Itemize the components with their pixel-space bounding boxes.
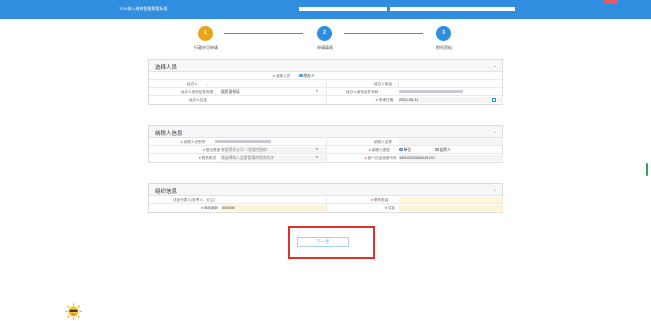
agent-name-row: 经办人 、 经办人电话 xyxy=(149,80,502,88)
step-3-circle: 3 xyxy=(436,26,451,41)
step-1-label: 行政许可申请 xyxy=(194,45,218,50)
role-row: ♦ 选择人员 经办人 xyxy=(149,72,502,80)
taxpayer-type-radio-unit[interactable]: 单位 xyxy=(399,147,411,153)
id-type-select[interactable]: 居民身份证 xyxy=(221,90,240,95)
section-title: 组织信息 xyxy=(155,189,178,195)
credit-code-label: 统一社会信用代码 xyxy=(367,156,397,160)
step-2-label: 申请填表 xyxy=(317,45,333,50)
legal-rep-row: 法定代表人(负责人、业主) ♦ 联系电话 xyxy=(149,196,503,204)
chevron-down-icon[interactable]: ⌄ xyxy=(493,187,497,193)
redacted-bar xyxy=(390,7,515,11)
agent-phone-label: 经办人电话 xyxy=(374,82,392,86)
agent-name-label: 经办人 xyxy=(187,82,198,86)
address-date-row: 经办人住址 ♦ 申请日期 2020-05-11 xyxy=(149,96,503,104)
authority-label: 税务机关 xyxy=(201,156,217,160)
credit-code-field[interactable]: 15002202005110170 xyxy=(399,156,435,160)
id-number-field[interactable] xyxy=(399,90,463,93)
section-header[interactable]: 组织信息 ⌄ xyxy=(149,184,502,196)
taxpayer-id-row: ♦ 纳税人识别号 纳税人名称 xyxy=(149,138,503,146)
side-scroll-handle[interactable] xyxy=(646,163,648,176)
app-title: TGH纳入政府智能税管标准 xyxy=(119,6,168,11)
id-type-row: 经办人身份证件种类 居民身份证 ▾ 经办人身份证件号码 xyxy=(149,88,502,96)
taxpayer-name-field[interactable] xyxy=(399,139,503,145)
reg-type-label: 登记类型 xyxy=(205,148,221,152)
apply-date-field[interactable]: 2020-05-11 xyxy=(399,98,418,102)
section-title: 纳税人信息 xyxy=(155,131,183,137)
contact-phone-label: 联系电话 xyxy=(373,198,389,202)
section-title: 选择人员 xyxy=(155,65,178,71)
postcode-label: 邮政编码 xyxy=(203,206,219,210)
reg-type-select[interactable]: 有限责任公司（非国控国有） xyxy=(221,148,270,153)
reg-type-row: ♦ 登记类型 有限责任公司（非国控国有） ▾ ♦ 纳税人类型 单位 自然人 xyxy=(149,146,502,154)
section-header[interactable]: 纳税人信息 ⌄ xyxy=(149,126,502,138)
step-1-circle: 1 xyxy=(198,26,213,41)
calendar-icon[interactable] xyxy=(492,98,496,102)
address-label: 住址 xyxy=(387,206,396,210)
org-section: 组织信息 ⌄ 法定代表人(负责人、业主) ♦ 联系电话 ♦ 邮政编码 40000… xyxy=(148,183,503,213)
chevron-down-icon[interactable]: ▾ xyxy=(316,155,318,159)
taxpayer-type-radio-person[interactable]: 自然人 xyxy=(435,147,451,153)
step-connector xyxy=(224,33,303,34)
role-radio-agent[interactable]: 经办人 xyxy=(299,73,315,79)
chevron-down-icon[interactable]: ▾ xyxy=(316,147,318,151)
top-bar: TGH纳入政府智能税管标准 xyxy=(0,0,651,19)
taxpayer-name-label: 纳税人名称 xyxy=(374,140,392,144)
sun-mascot-icon[interactable] xyxy=(65,303,82,320)
contact-phone-field[interactable] xyxy=(399,197,503,203)
step-3-label: 附列资料 xyxy=(436,45,452,50)
chevron-down-icon[interactable]: ▾ xyxy=(316,89,318,93)
chevron-down-icon[interactable]: ⌄ xyxy=(493,63,497,69)
postcode-field[interactable]: 400000 xyxy=(222,206,235,210)
postcode-row: ♦ 邮政编码 400000 ♦ 住址 xyxy=(149,204,503,212)
id-number-label: 经办人身份证件号码 xyxy=(346,90,379,94)
address-field[interactable] xyxy=(399,205,503,211)
notification-icon[interactable] xyxy=(604,0,618,4)
apply-date-label: 申请日期 xyxy=(378,98,394,102)
section-header[interactable]: 选择人员 ⌄ xyxy=(149,60,502,72)
progress-steps: 1 行政许可申请 2 申请填表 3 附列资料 xyxy=(0,19,651,53)
applicant-section: 选择人员 ⌄ ♦ 选择人员 经办人 经办人 、 经办人电话 经办人身份证件种类 … xyxy=(148,59,503,105)
taxpayer-id-field[interactable] xyxy=(215,140,271,143)
authority-row: ♦ 税务机关 请选择纳入监督管理的税务机关 ▾ ♦ 统一社会信用代码 15002… xyxy=(149,154,503,162)
taxpayer-type-label: 纳税人类型 xyxy=(371,148,390,152)
agent-name-field[interactable]: 、 xyxy=(207,82,211,87)
agent-address-label: 经办人住址 xyxy=(189,98,207,102)
step-2-circle: 2 xyxy=(317,26,332,41)
role-label: 选择人员 xyxy=(275,74,291,78)
id-type-label: 经办人身份证件种类 xyxy=(181,90,214,94)
legal-rep-label: 法定代表人(负责人、业主) xyxy=(173,198,215,202)
step-connector xyxy=(344,33,423,34)
authority-select[interactable]: 请选择纳入监督管理的税务机关 xyxy=(221,156,274,161)
next-button[interactable]: 下一步 xyxy=(297,237,349,247)
taxpayer-section: 纳税人信息 ⌄ ♦ 纳税人识别号 纳税人名称 ♦ 登记类型 有限责任公司（非国控… xyxy=(148,125,503,163)
redacted-bar xyxy=(299,7,387,11)
taxpayer-id-label: 纳税人识别号 xyxy=(183,140,206,144)
chevron-down-icon[interactable]: ⌄ xyxy=(493,129,497,135)
